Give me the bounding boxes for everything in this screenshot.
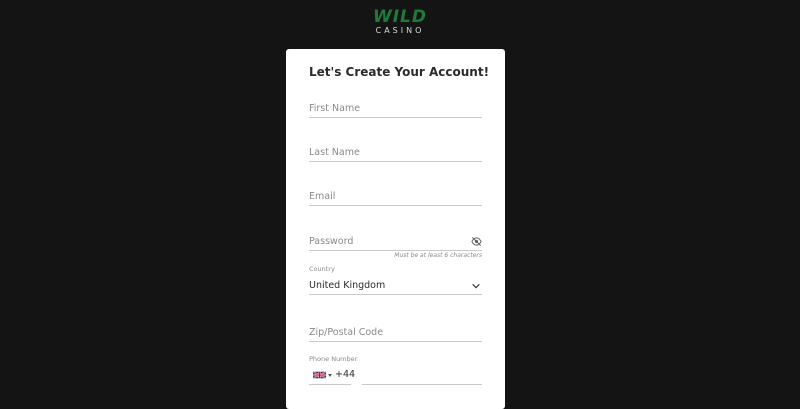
logo-subtitle: CASINO (375, 26, 425, 35)
last-name-placeholder: Last Name (309, 147, 360, 158)
caret-down-icon (328, 374, 332, 377)
first-name-placeholder: First Name (309, 103, 361, 114)
uk-flag-icon (313, 371, 326, 379)
last-name-field[interactable]: Last Name (309, 141, 482, 162)
email-field[interactable]: Email (309, 185, 482, 206)
country-value: United Kingdom (309, 280, 386, 291)
brand-logo[interactable]: WILD CASINO (0, 8, 800, 36)
country-label: Country (309, 265, 335, 273)
phone-label: Phone Number (309, 355, 358, 363)
phone-country-code-select[interactable]: +44 (309, 367, 355, 385)
signup-card: Let's Create Your Account! First Name La… (286, 49, 505, 409)
country-select[interactable]: United Kingdom (309, 276, 482, 295)
eye-slash-icon[interactable] (471, 236, 482, 247)
form-title: Let's Create Your Account! (309, 65, 490, 79)
first-name-field[interactable]: First Name (309, 97, 482, 118)
zip-placeholder: Zip/Postal Code (309, 327, 384, 338)
password-hint: Must be at least 6 characters (394, 252, 482, 259)
password-placeholder: Password (309, 236, 354, 247)
email-placeholder: Email (309, 191, 336, 202)
password-field[interactable]: Password (309, 230, 482, 251)
chevron-down-icon (472, 283, 480, 289)
phone-number-input[interactable] (362, 367, 482, 385)
logo-wordmark: WILD (372, 7, 428, 27)
zip-field[interactable]: Zip/Postal Code (309, 321, 482, 342)
phone-code: +44 (335, 369, 356, 380)
